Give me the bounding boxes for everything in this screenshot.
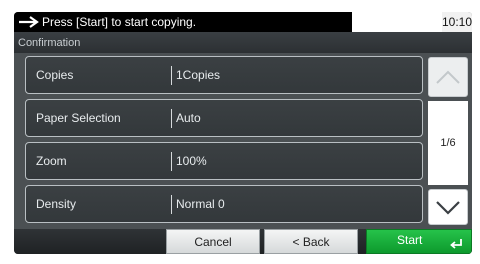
setting-label: Copies xyxy=(36,68,74,82)
setting-row-zoom[interactable]: Zoom 100% xyxy=(25,142,423,180)
divider xyxy=(171,66,172,85)
setting-label: Density xyxy=(36,197,77,211)
status-message: Press [Start] to start copying. xyxy=(42,15,197,29)
page-title: Confirmation xyxy=(14,32,472,53)
divider xyxy=(171,152,172,171)
status-spacer xyxy=(352,12,442,32)
chevron-down-icon xyxy=(436,201,460,215)
setting-row-paper-selection[interactable]: Paper Selection Auto xyxy=(25,99,423,137)
bottom-bar: Cancel < Back Start xyxy=(14,229,472,254)
chevron-up-icon xyxy=(436,70,460,84)
setting-label: Zoom xyxy=(36,154,67,168)
cancel-button[interactable]: Cancel xyxy=(166,229,260,254)
page-indicator: 1/6 xyxy=(428,101,468,185)
setting-row-copies[interactable]: Copies 1Copies xyxy=(25,56,423,94)
setting-label: Paper Selection xyxy=(36,111,121,125)
setting-value: 100% xyxy=(176,154,207,168)
start-button[interactable]: Start xyxy=(366,229,472,254)
setting-row-density[interactable]: Density Normal 0 xyxy=(25,185,423,223)
settings-list: Copies 1Copies Paper Selection Auto Zoom… xyxy=(14,53,472,229)
scroll-down-button[interactable] xyxy=(428,189,468,225)
copier-screen: Press [Start] to start copying. 10:10 Co… xyxy=(14,12,472,254)
clock: 10:10 xyxy=(442,12,472,32)
enter-icon xyxy=(450,239,462,249)
start-label: Start xyxy=(397,233,423,247)
status-message-box: Press [Start] to start copying. xyxy=(14,12,352,32)
scroll-up-button[interactable] xyxy=(428,57,468,97)
back-button[interactable]: < Back xyxy=(264,229,358,254)
setting-value: 1Copies xyxy=(176,68,221,82)
status-bar: Press [Start] to start copying. 10:10 xyxy=(14,12,472,32)
setting-value: Normal 0 xyxy=(176,197,225,211)
divider xyxy=(171,109,172,128)
setting-value: Auto xyxy=(176,111,201,125)
divider xyxy=(171,195,172,214)
right-arrow-icon xyxy=(19,16,39,28)
